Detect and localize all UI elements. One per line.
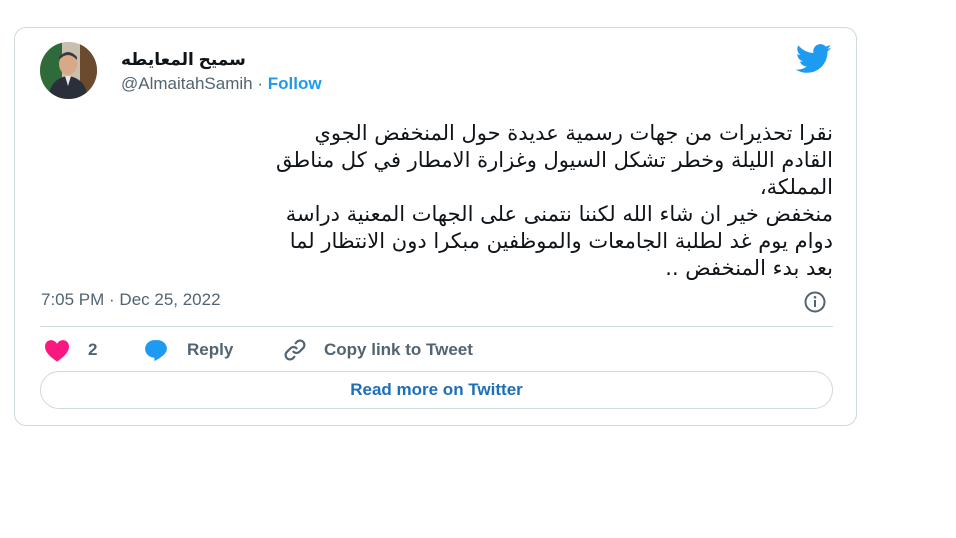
link-icon — [282, 337, 308, 363]
tweet-timestamp[interactable]: 7:05 PM · Dec 25, 2022 — [41, 290, 221, 310]
heart-icon — [43, 338, 71, 362]
twitter-bird-icon[interactable] — [795, 44, 832, 74]
info-icon[interactable] — [803, 290, 827, 314]
reply-bubble-icon — [142, 338, 170, 362]
read-more-button[interactable]: Read more on Twitter — [40, 371, 833, 409]
tweet-line: المملكة، — [759, 175, 833, 199]
follow-link[interactable]: Follow — [268, 74, 322, 93]
author-display-name[interactable]: سميح المعايطه — [121, 50, 246, 70]
separator-dot: · — [257, 74, 263, 93]
tweet-line: منخفض خير ان شاء الله لكننا نتمنى على ال… — [285, 202, 833, 226]
copy-link-button[interactable]: Copy link to Tweet — [282, 334, 473, 366]
author-handle-row: @AlmaitahSamih · Follow — [121, 74, 322, 94]
reply-button[interactable]: Reply — [142, 334, 233, 366]
divider — [40, 326, 833, 327]
tweet-line: نقرا تحذيرات من جهات رسمية عديدة حول الم… — [314, 121, 834, 145]
copy-link-label: Copy link to Tweet — [324, 340, 473, 359]
author-handle[interactable]: @AlmaitahSamih — [121, 74, 253, 93]
like-button[interactable]: 2 — [43, 334, 97, 366]
tweet-card: سميح المعايطه @AlmaitahSamih · Follow نق… — [14, 27, 857, 426]
tweet-line: القادم الليلة وخطر تشكل السيول وغزارة ال… — [275, 148, 833, 172]
tweet-line: بعد بدء المنخفض .. — [665, 256, 833, 280]
like-count: 2 — [88, 340, 98, 359]
tweet-text: نقرا تحذيرات من جهات رسمية عديدة حول الم… — [45, 120, 833, 282]
avatar[interactable] — [40, 42, 97, 99]
reply-label: Reply — [187, 340, 234, 359]
tweet-line: دوام يوم غد لطلبة الجامعات والموظفين مبك… — [289, 229, 833, 253]
